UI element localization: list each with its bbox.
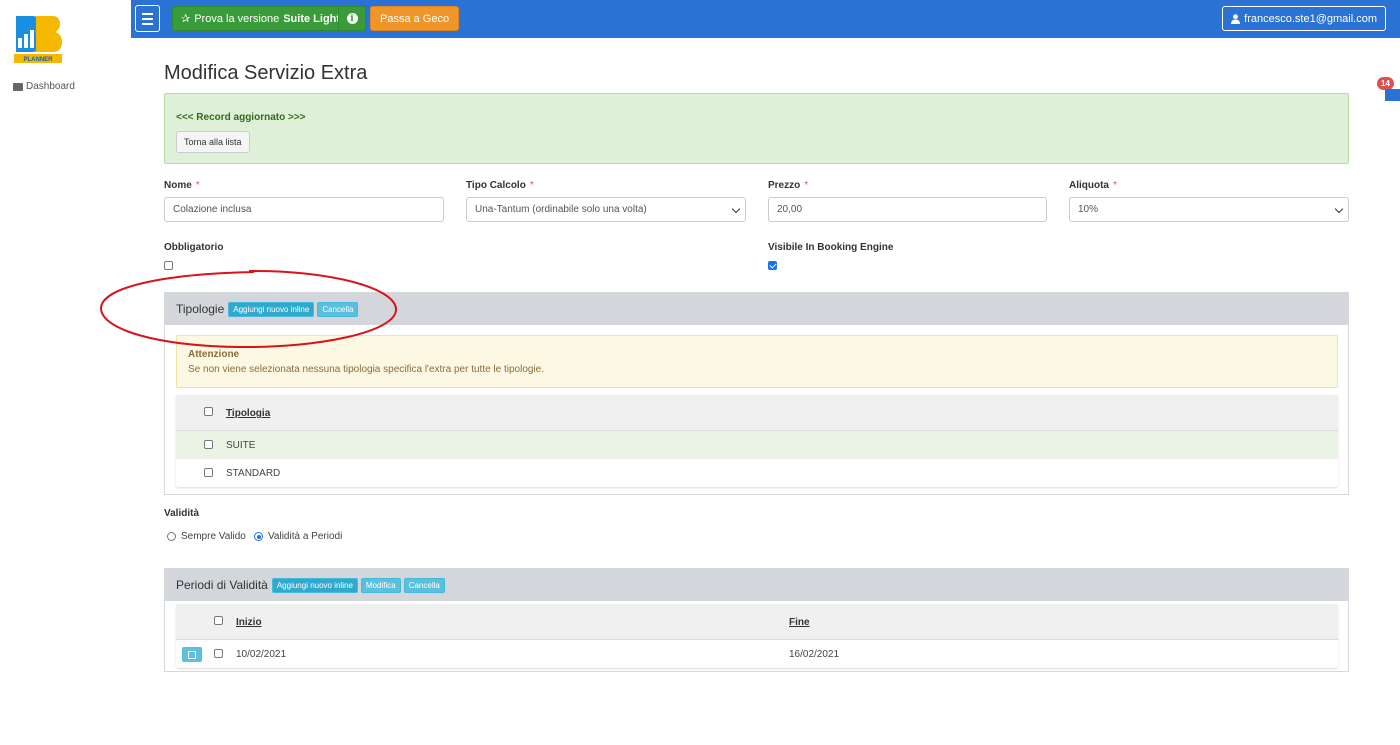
- periodi-panel-header: Periodi di Validità Aggiungi nuovo inlin…: [165, 569, 1348, 601]
- alert-message: <<< Record aggiornato >>>: [176, 112, 306, 123]
- chevron-down-icon: [731, 204, 741, 214]
- column-header-inizio[interactable]: Inizio: [236, 617, 262, 628]
- warning-title: Attenzione: [188, 349, 240, 360]
- period-end: 16/02/2021: [789, 649, 840, 660]
- radio-validita-periodi-label[interactable]: Validità a Periodi: [268, 531, 342, 542]
- switch-to-geco-button[interactable]: Passa a Geco: [370, 6, 460, 31]
- user-menu-button[interactable]: francesco.ste1@gmail.com: [1222, 6, 1386, 31]
- aliquota-label: Aliquota *: [1069, 180, 1117, 191]
- periodi-title: Periodi di Validità: [176, 578, 268, 592]
- menu-toggle-button[interactable]: [135, 5, 160, 32]
- try-label: Prova la versione: [194, 12, 280, 25]
- tipo-calcolo-select[interactable]: Una-Tantum (ordinabile solo una volta): [466, 197, 746, 222]
- nome-label: Nome *: [164, 180, 200, 191]
- edit-row-button[interactable]: [182, 647, 202, 662]
- validita-label: Validità: [164, 508, 200, 519]
- table-header: Tipologia: [176, 395, 1338, 431]
- tipo-calcolo-label: Tipo Calcolo *: [466, 180, 534, 191]
- warning-alert: Attenzione Se non viene selezionata ness…: [176, 335, 1338, 388]
- nome-input[interactable]: Colazione inclusa: [164, 197, 444, 222]
- tipologie-title: Tipologie: [176, 302, 225, 316]
- edit-icon: [188, 650, 196, 659]
- back-to-list-button[interactable]: Torna alla lista: [176, 131, 250, 153]
- add-inline-button[interactable]: Aggiungi nuovo inline: [228, 301, 315, 317]
- column-header-fine[interactable]: Fine: [789, 617, 810, 628]
- info-button[interactable]: i: [338, 6, 366, 31]
- obbligatorio-label: Obbligatorio: [164, 242, 224, 253]
- tipologie-panel-header: Tipologie Aggiungi nuovo inline Cancella: [165, 293, 1348, 325]
- select-all-checkbox[interactable]: [204, 407, 213, 416]
- aliquota-select[interactable]: 10%: [1069, 197, 1349, 222]
- tipologie-table: Tipologia SUITE STANDARD: [176, 395, 1338, 487]
- table-row[interactable]: STANDARD: [176, 459, 1338, 487]
- periodi-table: Inizio Fine 10/02/2021 16/02/2021: [176, 604, 1338, 668]
- row-checkbox[interactable]: [204, 468, 213, 477]
- bb-planner-logo[interactable]: PLANNER: [12, 12, 66, 66]
- tipo-calcolo-value: Una-Tantum (ordinabile solo una volta): [475, 204, 647, 215]
- aliquota-value: 10%: [1078, 204, 1099, 215]
- warning-body: Se non viene selezionata nessuna tipolog…: [188, 364, 545, 375]
- top-navbar: ✰ Prova la versione Suite Light i Passa …: [131, 0, 1400, 38]
- dashboard-icon: [13, 82, 23, 91]
- cancel-button[interactable]: Cancella: [403, 577, 445, 593]
- page-title: Modifica Servizio Extra: [164, 62, 368, 84]
- tipologia-name: STANDARD: [226, 468, 281, 479]
- logo-text: PLANNER: [23, 57, 53, 63]
- periodi-panel: Periodi di Validità Aggiungi nuovo inlin…: [164, 568, 1349, 672]
- tipologia-name: SUITE: [226, 440, 256, 451]
- radio-sempre-valido[interactable]: [167, 532, 176, 541]
- row-checkbox[interactable]: [214, 649, 223, 658]
- prezzo-label: Prezzo *: [768, 180, 809, 191]
- row-checkbox[interactable]: [204, 440, 213, 449]
- tipologie-panel: Tipologie Aggiungi nuovo inline Cancella…: [164, 292, 1349, 495]
- try-suite-light-button[interactable]: ✰ Prova la versione Suite Light: [172, 6, 350, 31]
- sidebar-item-dashboard[interactable]: Dashboard: [13, 81, 75, 92]
- star-icon: ✰: [181, 13, 191, 25]
- table-header: Inizio Fine: [176, 604, 1338, 640]
- table-row[interactable]: SUITE: [176, 431, 1338, 459]
- radio-validita-periodi[interactable]: [254, 532, 263, 541]
- period-start: 10/02/2021: [236, 649, 287, 660]
- visibile-checkbox[interactable]: [768, 261, 777, 270]
- visibile-label: Visibile In Booking Engine: [768, 242, 894, 253]
- user-icon: [1231, 13, 1241, 24]
- edit-button[interactable]: Modifica: [360, 577, 401, 593]
- add-inline-button[interactable]: Aggiungi nuovo inline: [271, 577, 358, 593]
- hamburger-icon: [142, 12, 153, 15]
- table-row[interactable]: 10/02/2021 16/02/2021: [176, 640, 1338, 668]
- radio-sempre-valido-label[interactable]: Sempre Valido: [181, 531, 246, 542]
- info-icon: i: [346, 13, 358, 24]
- success-alert: <<< Record aggiornato >>> Torna alla lis…: [164, 93, 1349, 164]
- obbligatorio-checkbox[interactable]: [164, 261, 173, 270]
- prezzo-input[interactable]: 20,00: [768, 197, 1047, 222]
- user-email: francesco.ste1@gmail.com: [1244, 12, 1377, 25]
- select-all-checkbox[interactable]: [214, 616, 223, 625]
- sidebar-item-label: Dashboard: [26, 81, 75, 92]
- column-header-tipologia[interactable]: Tipologia: [226, 408, 270, 419]
- cancel-button[interactable]: Cancella: [317, 301, 359, 317]
- chevron-down-icon: [1334, 204, 1344, 214]
- try-product-label: Suite Light: [283, 12, 341, 25]
- sidebar: PLANNER Dashboard: [0, 0, 131, 103]
- envelope-icon[interactable]: [1385, 89, 1400, 101]
